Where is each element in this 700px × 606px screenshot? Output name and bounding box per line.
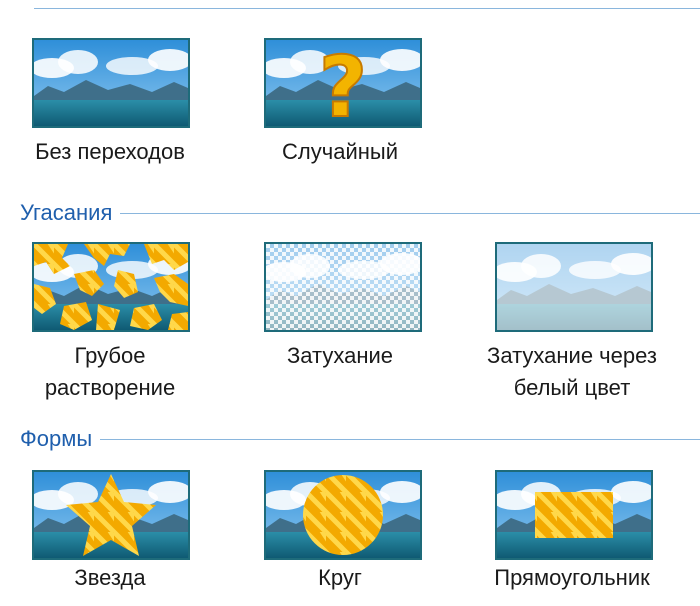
transition-circle[interactable]: Круг — [230, 470, 450, 604]
section-rule — [20, 439, 700, 440]
transition-star[interactable]: Звезда — [0, 470, 220, 604]
transition-label: Затухание через белый цвет — [487, 343, 657, 400]
transition-label: Затухание — [286, 343, 394, 368]
transition-fade-through-white[interactable]: Затухание через белый цвет — [462, 242, 682, 412]
transition-fade[interactable]: Затухание — [230, 242, 450, 382]
transition-no-transition[interactable]: Без переходов — [0, 38, 220, 178]
star-thumbnail-icon — [32, 470, 190, 560]
transition-coarse-dissolve[interactable]: Грубое растворение — [0, 242, 220, 412]
transition-label: Случайный — [282, 139, 398, 164]
fade-white-thumbnail-icon — [495, 242, 653, 332]
svg-text:?: ? — [319, 40, 368, 126]
transition-random[interactable]: ? Случайный — [230, 38, 450, 178]
transition-label: Круг — [318, 565, 362, 590]
top-divider — [34, 8, 700, 9]
rectangle-thumbnail-icon — [495, 470, 653, 560]
landscape-thumbnail-icon — [32, 38, 190, 128]
question-mark-thumbnail-icon: ? — [264, 38, 422, 128]
section-title: Угасания — [20, 200, 121, 226]
transition-label: Прямоугольник — [494, 565, 650, 590]
section-title: Формы — [20, 426, 101, 452]
coarse-dissolve-thumbnail-icon — [32, 242, 190, 332]
section-fades: Угасания — [20, 200, 700, 226]
transition-label: Грубое растворение — [44, 343, 176, 400]
section-shapes: Формы — [20, 426, 700, 452]
circle-thumbnail-icon — [264, 470, 422, 560]
fade-thumbnail-icon — [264, 242, 422, 332]
transition-label: Звезда — [74, 565, 146, 590]
transition-rectangle[interactable]: Прямоугольник — [462, 470, 682, 604]
transition-label: Без переходов — [35, 139, 185, 164]
section-rule — [20, 213, 700, 214]
